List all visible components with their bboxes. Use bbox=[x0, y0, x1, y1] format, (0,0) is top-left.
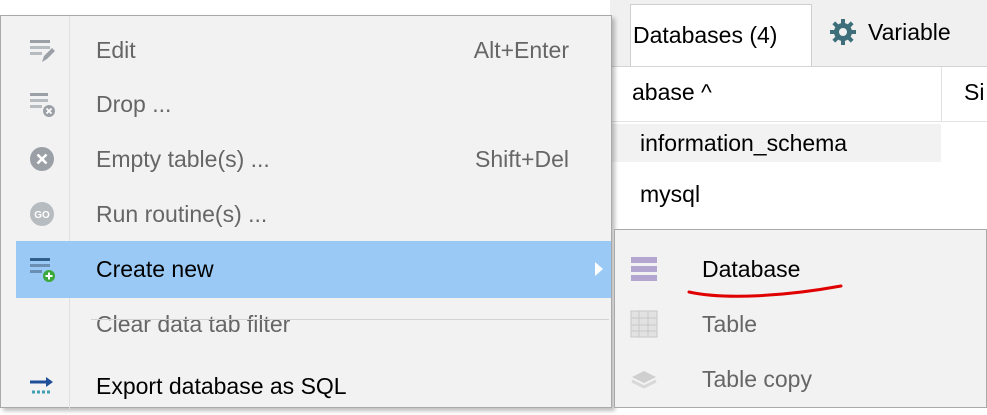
menu-item-drop[interactable]: Drop ... bbox=[16, 76, 611, 133]
create-new-icon bbox=[30, 258, 55, 282]
menu-item-label: Empty table(s) ... bbox=[96, 146, 270, 172]
menu-item-label: Run routine(s) ... bbox=[96, 201, 268, 227]
menu-item-shortcut: Shift+Del bbox=[475, 146, 569, 172]
create-new-submenu: Database Table Table copy bbox=[614, 229, 987, 408]
export-icon bbox=[30, 377, 53, 394]
table-copy-icon bbox=[631, 371, 657, 389]
menu-item-shortcut: Alt+Enter bbox=[473, 37, 569, 63]
tab-bar: Databases (4) Variable bbox=[610, 0, 987, 67]
submenu-item-table[interactable]: Table bbox=[619, 297, 984, 352]
menu-item-clear-filter[interactable]: Clear data tab filter bbox=[16, 296, 611, 353]
edit-icon bbox=[30, 40, 55, 62]
run-routine-icon: GO bbox=[30, 202, 54, 226]
menu-item-empty-tables[interactable]: Empty table(s) ... Shift+Del bbox=[16, 131, 611, 188]
menu-item-label: Edit bbox=[96, 37, 136, 63]
database-icon bbox=[631, 257, 657, 281]
gear-icon bbox=[830, 19, 856, 45]
table-icon bbox=[630, 310, 658, 338]
database-name-cell: mysql bbox=[640, 181, 701, 207]
menu-item-edit[interactable]: Edit Alt+Enter bbox=[16, 22, 611, 79]
table-row[interactable]: mysql bbox=[610, 175, 987, 213]
red-underline-annotation bbox=[687, 284, 843, 298]
table-row[interactable]: information_schema bbox=[610, 124, 987, 162]
column-header-database[interactable]: abase ^ bbox=[632, 79, 712, 106]
submenu-item-label: Table copy bbox=[702, 366, 812, 392]
tab-variables[interactable]: Variable bbox=[828, 4, 951, 60]
menu-item-run-routines[interactable]: GO Run routine(s) ... bbox=[16, 186, 611, 243]
submenu-item-label: Table bbox=[702, 311, 757, 337]
column-divider[interactable] bbox=[941, 67, 942, 121]
menu-item-label: Export database as SQL bbox=[96, 373, 347, 399]
tab-variables-label: Variable bbox=[868, 18, 951, 45]
drop-icon bbox=[30, 93, 55, 117]
svg-text:GO: GO bbox=[34, 210, 50, 221]
empty-table-icon bbox=[30, 147, 54, 171]
tab-databases-label: Databases (4) bbox=[633, 22, 778, 48]
menu-item-label: Create new bbox=[96, 256, 214, 282]
database-name-cell: information_schema bbox=[610, 124, 941, 162]
submenu-item-table-copy[interactable]: Table copy bbox=[619, 352, 984, 407]
menu-item-label: Drop ... bbox=[96, 91, 172, 117]
column-header-row: abase ^ Si bbox=[610, 67, 987, 122]
menu-separator bbox=[91, 319, 609, 320]
menu-item-label: Clear data tab filter bbox=[96, 311, 291, 337]
menu-item-export-sql[interactable]: Export database as SQL bbox=[16, 358, 611, 415]
column-header-size[interactable]: Si bbox=[964, 79, 984, 106]
submenu-arrow-icon bbox=[595, 262, 603, 276]
context-menu: Edit Alt+Enter Drop ... Empty table(s) .… bbox=[0, 15, 612, 409]
tab-databases[interactable]: Databases (4) bbox=[630, 4, 812, 66]
menu-item-create-new[interactable]: Create new bbox=[16, 241, 611, 298]
